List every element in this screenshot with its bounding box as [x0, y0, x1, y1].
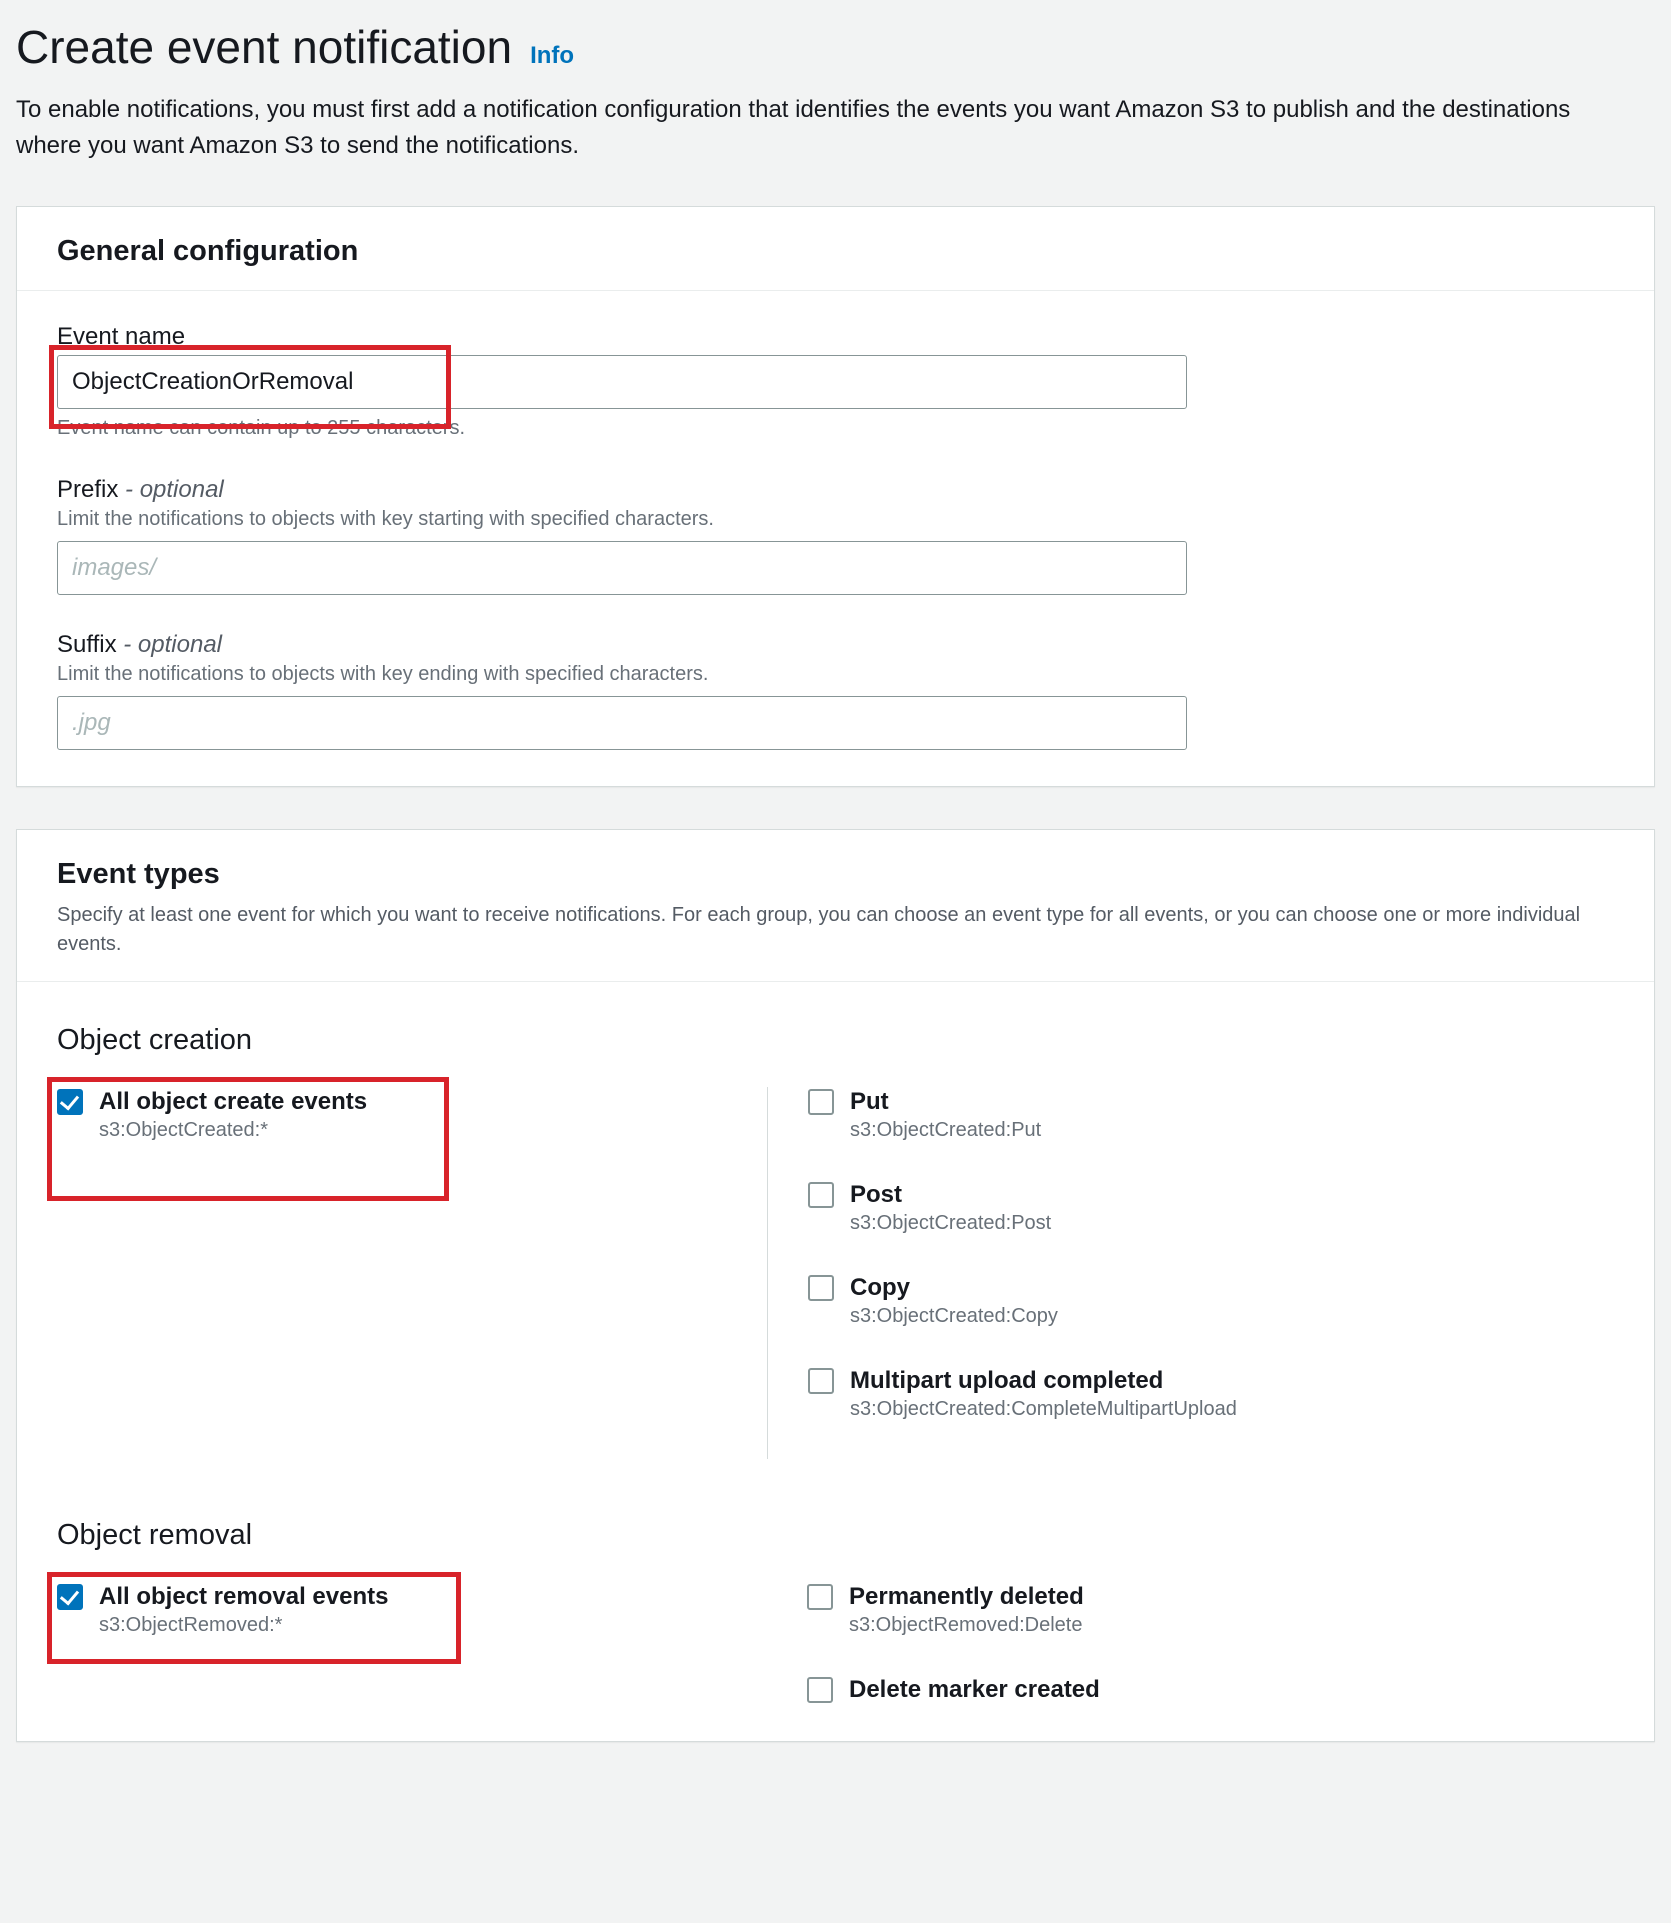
delete-marker-label: Delete marker created	[849, 1675, 1100, 1705]
object-removal-title: Object removal	[57, 1519, 1614, 1552]
post-label: Post	[850, 1180, 1051, 1210]
put-row[interactable]: Put s3:ObjectCreated:Put	[808, 1087, 1614, 1142]
checkbox-put[interactable]	[808, 1089, 834, 1115]
all-object-removal-label: All object removal events	[99, 1582, 388, 1612]
general-config-panel: General configuration Event name Event n…	[16, 206, 1655, 787]
suffix-label: Suffix - optional	[57, 631, 1614, 659]
post-row[interactable]: Post s3:ObjectCreated:Post	[808, 1180, 1614, 1235]
copy-sub: s3:ObjectCreated:Copy	[850, 1305, 1058, 1328]
checkbox-post[interactable]	[808, 1182, 834, 1208]
event-name-label: Event name	[57, 323, 1614, 351]
prefix-input[interactable]	[57, 541, 1187, 595]
put-sub: s3:ObjectCreated:Put	[850, 1119, 1041, 1142]
all-object-create-row[interactable]: All object create events s3:ObjectCreate…	[57, 1087, 367, 1142]
multipart-sub: s3:ObjectCreated:CompleteMultipartUpload	[850, 1398, 1237, 1421]
multipart-label: Multipart upload completed	[850, 1366, 1237, 1396]
suffix-input[interactable]	[57, 696, 1187, 750]
checkbox-all-object-create[interactable]	[57, 1089, 83, 1115]
suffix-sublabel: Limit the notifications to objects with …	[57, 663, 1614, 686]
all-object-create-label: All object create events	[99, 1087, 367, 1117]
event-name-input[interactable]	[57, 355, 1187, 409]
page-title: Create event notification	[16, 20, 512, 74]
all-object-removal-row[interactable]: All object removal events s3:ObjectRemov…	[57, 1582, 388, 1637]
checkbox-all-object-removal[interactable]	[57, 1584, 83, 1610]
event-types-title: Event types	[57, 858, 1614, 891]
perm-delete-label: Permanently deleted	[849, 1582, 1084, 1612]
multipart-row[interactable]: Multipart upload completed s3:ObjectCrea…	[808, 1366, 1614, 1421]
prefix-optional-text: - optional	[125, 476, 224, 503]
event-types-panel: Event types Specify at least one event f…	[16, 829, 1655, 1742]
all-object-create-sub: s3:ObjectCreated:*	[99, 1119, 367, 1142]
prefix-sublabel: Limit the notifications to objects with …	[57, 508, 1614, 531]
prefix-label: Prefix - optional	[57, 476, 1614, 504]
info-link[interactable]: Info	[530, 42, 574, 70]
copy-row[interactable]: Copy s3:ObjectCreated:Copy	[808, 1273, 1614, 1328]
post-sub: s3:ObjectCreated:Post	[850, 1212, 1051, 1235]
perm-delete-sub: s3:ObjectRemoved:Delete	[849, 1614, 1084, 1637]
event-types-desc: Specify at least one event for which you…	[57, 901, 1614, 959]
general-config-title: General configuration	[57, 235, 1614, 268]
checkbox-delete-marker[interactable]	[807, 1677, 833, 1703]
suffix-optional-text: - optional	[123, 631, 222, 658]
page-description: To enable notifications, you must first …	[16, 92, 1596, 164]
checkbox-perm-delete[interactable]	[807, 1584, 833, 1610]
copy-label: Copy	[850, 1273, 1058, 1303]
checkbox-copy[interactable]	[808, 1275, 834, 1301]
event-name-hint: Event name can contain up to 255 charact…	[57, 417, 1614, 440]
perm-delete-row[interactable]: Permanently deleted s3:ObjectRemoved:Del…	[807, 1582, 1614, 1637]
checkbox-multipart[interactable]	[808, 1368, 834, 1394]
object-creation-title: Object creation	[57, 1024, 1614, 1057]
delete-marker-row[interactable]: Delete marker created	[807, 1675, 1614, 1705]
put-label: Put	[850, 1087, 1041, 1117]
all-object-removal-sub: s3:ObjectRemoved:*	[99, 1614, 388, 1637]
